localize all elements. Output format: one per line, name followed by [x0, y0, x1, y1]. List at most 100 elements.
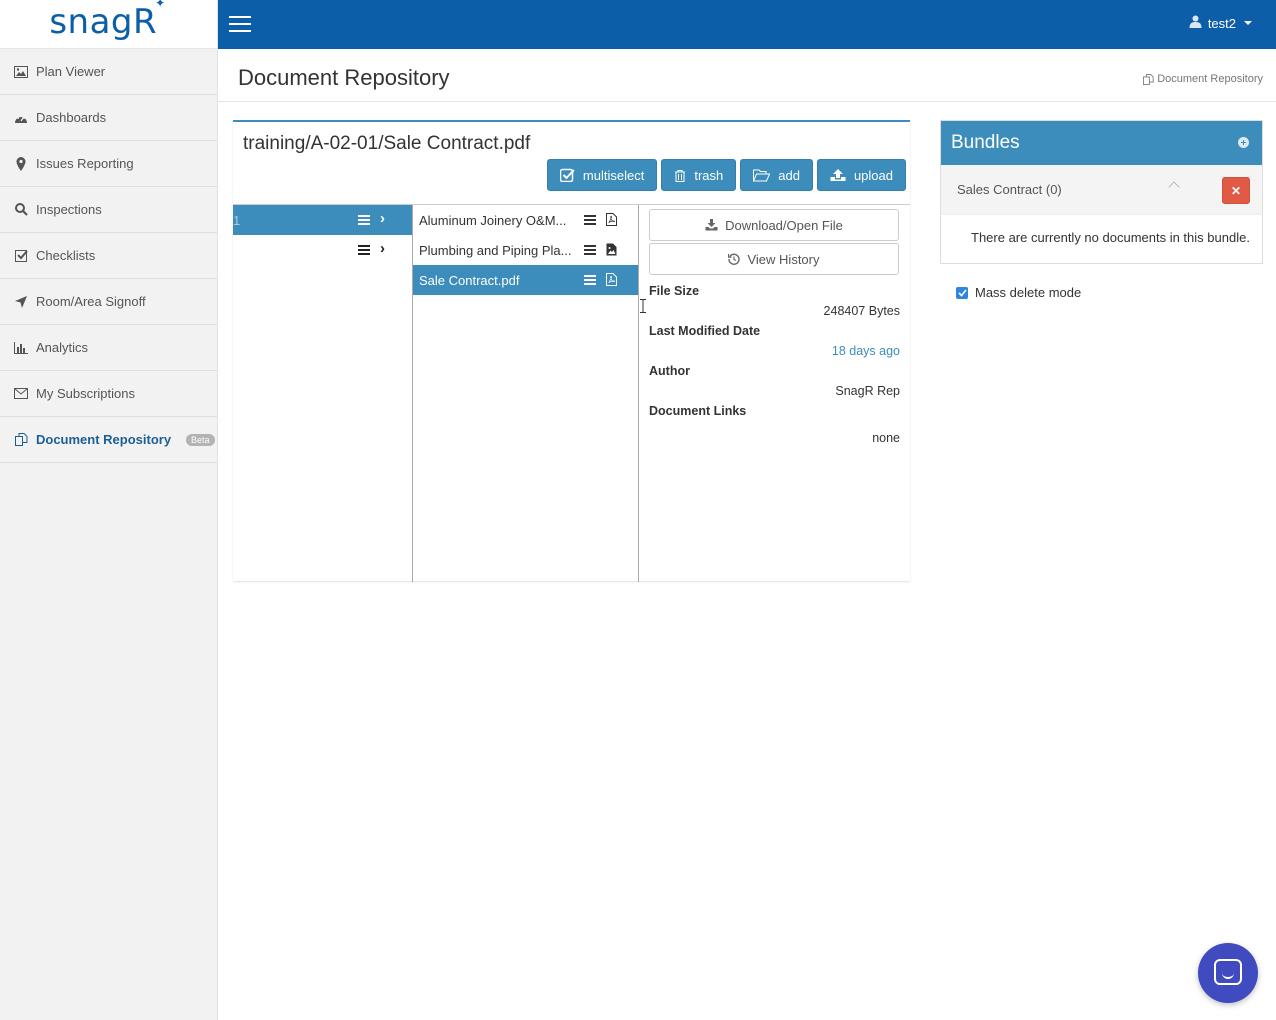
caret-down-icon [1244, 21, 1252, 25]
sidebar-item-label: Analytics [36, 340, 89, 355]
chevron-right-icon[interactable]: › [380, 210, 385, 227]
file-size-label: File Size [649, 284, 700, 298]
file-row[interactable]: Aluminum Joinery O&M... [413, 205, 638, 235]
bundles-title: Bundles [951, 132, 1020, 153]
sidebar-item-room-area-signoff[interactable]: Room/Area Signoff [0, 279, 217, 325]
file-image-icon [606, 243, 617, 259]
bundle-empty-message: There are currently no documents in this… [971, 230, 1250, 245]
document-links-value: none [872, 431, 900, 445]
folder-column: 1 › › [233, 205, 413, 582]
sidebar: snagR✦ Plan Viewer Dashboards Issues Rep… [0, 0, 218, 1020]
author-label: Author [649, 364, 690, 378]
user-name: test2 [1207, 15, 1236, 31]
beta-badge: Beta [186, 434, 215, 446]
sidebar-item-plan-viewer[interactable]: Plan Viewer [0, 49, 217, 95]
sidebar-item-my-subscriptions[interactable]: My Subscriptions [0, 371, 217, 417]
page-header: Document Repository Document Repository [218, 49, 1276, 102]
add-bundle-icon[interactable] [1238, 137, 1249, 148]
snagr-logo[interactable]: snagR✦ [0, 0, 217, 49]
file-label: Aluminum Joinery O&M... [419, 212, 567, 228]
logo-text: snagR✦ [49, 0, 167, 42]
file-label: Plumbing and Piping Pla... [419, 242, 572, 258]
history-icon [728, 253, 741, 265]
top-navbar: test2 [218, 0, 1276, 49]
sidebar-item-document-repository[interactable]: Document Repository Beta [0, 417, 217, 463]
upload-button[interactable]: upload [816, 159, 906, 191]
file-row[interactable]: Plumbing and Piping Pla... [413, 235, 638, 265]
document-links-label: Document Links [649, 404, 747, 418]
sidebar-item-inspections[interactable]: Inspections [0, 187, 217, 233]
last-modified-value[interactable]: 18 days ago [832, 344, 900, 358]
mass-delete-toggle[interactable]: Mass delete mode [956, 285, 1081, 300]
sidebar-item-label: Inspections [36, 202, 102, 217]
download-icon [705, 219, 718, 231]
dashboard-icon [13, 111, 29, 125]
view-history-button[interactable]: View History [649, 243, 899, 275]
sidebar-item-label: Room/Area Signoff [36, 294, 146, 309]
breadcrumb[interactable]: Document Repository [1143, 73, 1263, 85]
sidebar-item-label: Dashboards [36, 110, 107, 125]
mass-delete-label: Mass delete mode [975, 285, 1082, 300]
folder-row[interactable]: 1 › [233, 205, 412, 235]
chat-icon [1214, 959, 1242, 985]
map-marker-icon [13, 156, 29, 171]
user-icon [1189, 15, 1202, 31]
trash-icon [675, 169, 686, 182]
menu-icon[interactable] [584, 245, 596, 255]
search-icon [13, 203, 29, 217]
file-size-value: 248407 Bytes [823, 304, 900, 318]
file-pdf-icon [606, 273, 617, 289]
file-browser: 1 › › Aluminum Joinery O&M... Plumbing a… [233, 204, 910, 582]
file-label: Sale Contract.pdf [419, 272, 520, 288]
menu-icon[interactable] [584, 215, 596, 225]
user-menu[interactable]: test2 [1189, 15, 1252, 31]
menu-icon[interactable] [358, 215, 370, 225]
copy-icon [13, 433, 29, 447]
menu-icon[interactable] [584, 275, 596, 285]
menu-icon[interactable] [358, 245, 370, 255]
sidebar-item-analytics[interactable]: Analytics [0, 325, 217, 371]
sidebar-item-label: Issues Reporting [36, 156, 134, 171]
multiselect-button[interactable]: multiselect [546, 159, 658, 191]
sidebar-item-label: Plan Viewer [36, 64, 106, 79]
file-pdf-icon [606, 213, 617, 229]
copy-icon [1143, 73, 1154, 85]
upload-icon [830, 169, 846, 181]
last-modified-label: Last Modified Date [649, 324, 761, 338]
bar-chart-icon [13, 341, 29, 355]
delete-bundle-button[interactable]: ✕ [1222, 177, 1250, 204]
check-square-icon [13, 249, 29, 263]
sidebar-item-checklists[interactable]: Checklists [0, 233, 217, 279]
folder-row[interactable]: › [233, 235, 412, 265]
sidebar-item-label: Checklists [36, 248, 96, 263]
chevron-up-icon[interactable] [1168, 181, 1180, 193]
sidebar-item-label: Document Repository [36, 432, 172, 447]
mass-delete-checkbox[interactable] [956, 286, 968, 299]
sidebar-item-dashboards[interactable]: Dashboards [0, 95, 217, 141]
breadcrumb-label: Document Repository [1157, 73, 1263, 85]
page-title: Document Repository [238, 65, 450, 90]
text-cursor-icon [640, 299, 646, 313]
bundles-panel: Bundles Sales Contract (0) ✕ There are c… [940, 120, 1263, 264]
file-details: Download/Open File View History File Siz… [639, 205, 910, 582]
bundles-header: Bundles [941, 121, 1262, 165]
current-path: training/A-02-01/Sale Contract.pdf [243, 133, 531, 154]
chevron-right-icon[interactable]: › [380, 240, 385, 257]
bundle-item[interactable]: Sales Contract (0) ✕ [941, 165, 1262, 215]
location-arrow-icon [13, 295, 29, 309]
folder-open-icon [753, 169, 771, 181]
checkmark-icon [957, 288, 967, 297]
sidebar-item-issues-reporting[interactable]: Issues Reporting [0, 141, 217, 187]
add-button[interactable]: add [740, 159, 813, 191]
envelope-icon [13, 387, 29, 401]
file-column: Aluminum Joinery O&M... Plumbing and Pip… [413, 205, 639, 582]
repo-toolbar: multiselect trash add upload [546, 159, 906, 191]
bundle-label: Sales Contract (0) [957, 182, 1062, 197]
repository-panel: training/A-02-01/Sale Contract.pdf multi… [233, 120, 910, 582]
download-open-file-button[interactable]: Download/Open File [649, 209, 899, 241]
file-row-selected[interactable]: Sale Contract.pdf [413, 265, 638, 295]
author-value: SnagR Rep [835, 384, 900, 398]
chat-launcher-button[interactable] [1198, 943, 1258, 1003]
hamburger-menu-icon[interactable] [229, 16, 251, 32]
trash-button[interactable]: trash [661, 159, 737, 191]
